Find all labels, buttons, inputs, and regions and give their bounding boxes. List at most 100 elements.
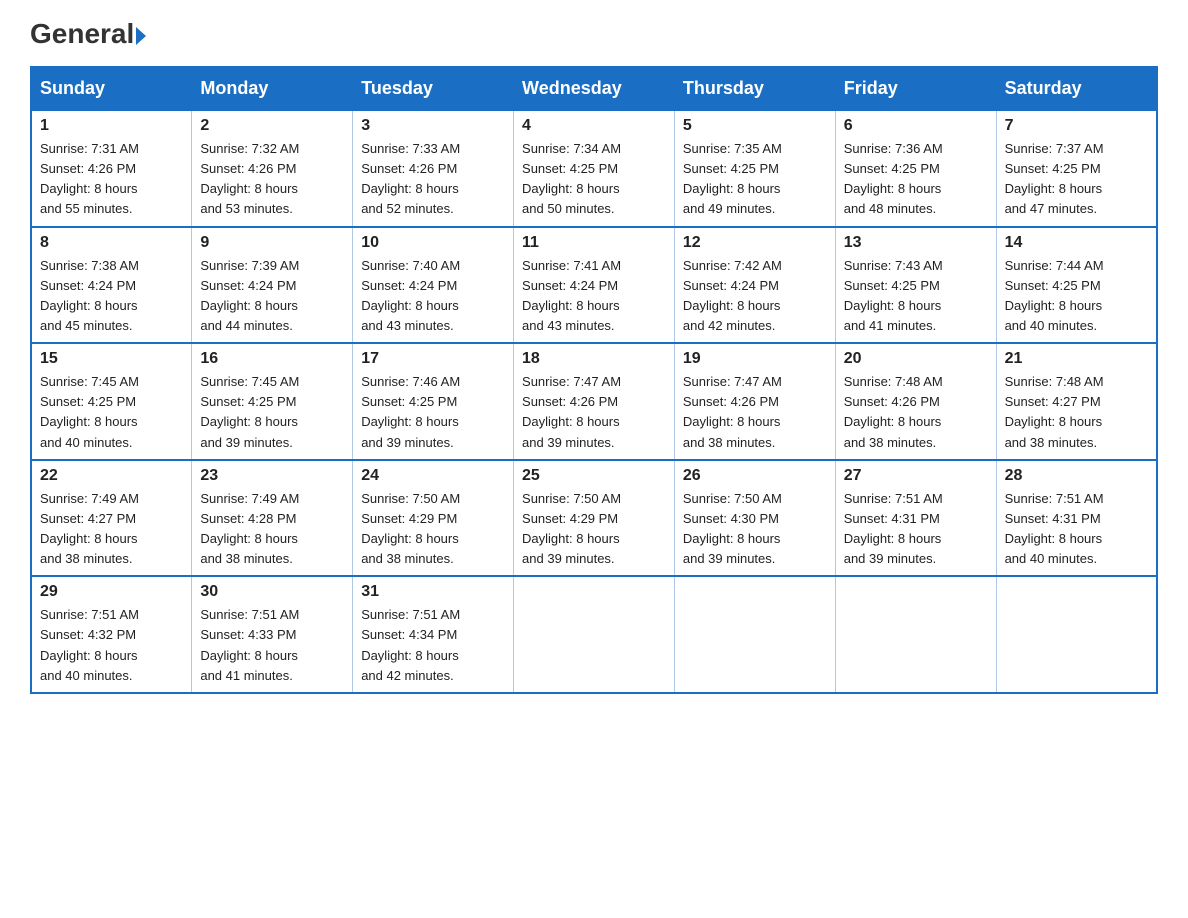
- day-info: Sunrise: 7:49 AMSunset: 4:27 PMDaylight:…: [40, 489, 183, 570]
- day-info: Sunrise: 7:39 AMSunset: 4:24 PMDaylight:…: [200, 256, 344, 337]
- table-row: 20 Sunrise: 7:48 AMSunset: 4:26 PMDaylig…: [835, 343, 996, 460]
- col-wednesday: Wednesday: [514, 67, 675, 110]
- day-number: 23: [200, 467, 344, 485]
- day-number: 26: [683, 467, 827, 485]
- table-row: 8 Sunrise: 7:38 AMSunset: 4:24 PMDayligh…: [31, 227, 192, 344]
- table-row: 13 Sunrise: 7:43 AMSunset: 4:25 PMDaylig…: [835, 227, 996, 344]
- day-info: Sunrise: 7:40 AMSunset: 4:24 PMDaylight:…: [361, 256, 505, 337]
- table-row: 19 Sunrise: 7:47 AMSunset: 4:26 PMDaylig…: [674, 343, 835, 460]
- table-row: 21 Sunrise: 7:48 AMSunset: 4:27 PMDaylig…: [996, 343, 1157, 460]
- day-info: Sunrise: 7:33 AMSunset: 4:26 PMDaylight:…: [361, 139, 505, 220]
- calendar-week-row: 22 Sunrise: 7:49 AMSunset: 4:27 PMDaylig…: [31, 460, 1157, 577]
- day-info: Sunrise: 7:46 AMSunset: 4:25 PMDaylight:…: [361, 372, 505, 453]
- day-number: 31: [361, 583, 505, 601]
- day-number: 12: [683, 234, 827, 252]
- table-row: 26 Sunrise: 7:50 AMSunset: 4:30 PMDaylig…: [674, 460, 835, 577]
- day-info: Sunrise: 7:51 AMSunset: 4:31 PMDaylight:…: [1005, 489, 1148, 570]
- table-row: [835, 576, 996, 693]
- day-info: Sunrise: 7:47 AMSunset: 4:26 PMDaylight:…: [683, 372, 827, 453]
- day-info: Sunrise: 7:35 AMSunset: 4:25 PMDaylight:…: [683, 139, 827, 220]
- day-number: 6: [844, 117, 988, 135]
- table-row: 28 Sunrise: 7:51 AMSunset: 4:31 PMDaylig…: [996, 460, 1157, 577]
- day-number: 22: [40, 467, 183, 485]
- day-number: 1: [40, 117, 183, 135]
- day-number: 25: [522, 467, 666, 485]
- calendar-week-row: 15 Sunrise: 7:45 AMSunset: 4:25 PMDaylig…: [31, 343, 1157, 460]
- table-row: 14 Sunrise: 7:44 AMSunset: 4:25 PMDaylig…: [996, 227, 1157, 344]
- day-number: 18: [522, 350, 666, 368]
- calendar-week-row: 8 Sunrise: 7:38 AMSunset: 4:24 PMDayligh…: [31, 227, 1157, 344]
- logo-general: General: [30, 18, 134, 49]
- day-number: 2: [200, 117, 344, 135]
- day-info: Sunrise: 7:45 AMSunset: 4:25 PMDaylight:…: [200, 372, 344, 453]
- col-sunday: Sunday: [31, 67, 192, 110]
- table-row: 31 Sunrise: 7:51 AMSunset: 4:34 PMDaylig…: [353, 576, 514, 693]
- day-number: 7: [1005, 117, 1148, 135]
- day-info: Sunrise: 7:44 AMSunset: 4:25 PMDaylight:…: [1005, 256, 1148, 337]
- col-saturday: Saturday: [996, 67, 1157, 110]
- table-row: 9 Sunrise: 7:39 AMSunset: 4:24 PMDayligh…: [192, 227, 353, 344]
- day-info: Sunrise: 7:51 AMSunset: 4:33 PMDaylight:…: [200, 605, 344, 686]
- table-row: 29 Sunrise: 7:51 AMSunset: 4:32 PMDaylig…: [31, 576, 192, 693]
- day-info: Sunrise: 7:51 AMSunset: 4:34 PMDaylight:…: [361, 605, 505, 686]
- day-info: Sunrise: 7:45 AMSunset: 4:25 PMDaylight:…: [40, 372, 183, 453]
- col-thursday: Thursday: [674, 67, 835, 110]
- table-row: [674, 576, 835, 693]
- day-info: Sunrise: 7:43 AMSunset: 4:25 PMDaylight:…: [844, 256, 988, 337]
- table-row: 7 Sunrise: 7:37 AMSunset: 4:25 PMDayligh…: [996, 110, 1157, 227]
- day-info: Sunrise: 7:41 AMSunset: 4:24 PMDaylight:…: [522, 256, 666, 337]
- day-info: Sunrise: 7:34 AMSunset: 4:25 PMDaylight:…: [522, 139, 666, 220]
- logo-arrow-icon: [136, 27, 146, 45]
- table-row: 24 Sunrise: 7:50 AMSunset: 4:29 PMDaylig…: [353, 460, 514, 577]
- table-row: [514, 576, 675, 693]
- table-row: 15 Sunrise: 7:45 AMSunset: 4:25 PMDaylig…: [31, 343, 192, 460]
- calendar-week-row: 1 Sunrise: 7:31 AMSunset: 4:26 PMDayligh…: [31, 110, 1157, 227]
- day-info: Sunrise: 7:49 AMSunset: 4:28 PMDaylight:…: [200, 489, 344, 570]
- day-number: 20: [844, 350, 988, 368]
- table-row: 18 Sunrise: 7:47 AMSunset: 4:26 PMDaylig…: [514, 343, 675, 460]
- day-info: Sunrise: 7:50 AMSunset: 4:29 PMDaylight:…: [361, 489, 505, 570]
- day-number: 11: [522, 234, 666, 252]
- table-row: 2 Sunrise: 7:32 AMSunset: 4:26 PMDayligh…: [192, 110, 353, 227]
- day-number: 17: [361, 350, 505, 368]
- day-number: 10: [361, 234, 505, 252]
- col-tuesday: Tuesday: [353, 67, 514, 110]
- page-header: General: [30, 20, 1158, 48]
- table-row: 17 Sunrise: 7:46 AMSunset: 4:25 PMDaylig…: [353, 343, 514, 460]
- day-info: Sunrise: 7:50 AMSunset: 4:30 PMDaylight:…: [683, 489, 827, 570]
- table-row: 5 Sunrise: 7:35 AMSunset: 4:25 PMDayligh…: [674, 110, 835, 227]
- day-number: 27: [844, 467, 988, 485]
- day-info: Sunrise: 7:36 AMSunset: 4:25 PMDaylight:…: [844, 139, 988, 220]
- table-row: 25 Sunrise: 7:50 AMSunset: 4:29 PMDaylig…: [514, 460, 675, 577]
- day-number: 9: [200, 234, 344, 252]
- day-info: Sunrise: 7:38 AMSunset: 4:24 PMDaylight:…: [40, 256, 183, 337]
- calendar-table: Sunday Monday Tuesday Wednesday Thursday…: [30, 66, 1158, 694]
- table-row: 27 Sunrise: 7:51 AMSunset: 4:31 PMDaylig…: [835, 460, 996, 577]
- table-row: 11 Sunrise: 7:41 AMSunset: 4:24 PMDaylig…: [514, 227, 675, 344]
- table-row: 10 Sunrise: 7:40 AMSunset: 4:24 PMDaylig…: [353, 227, 514, 344]
- day-number: 16: [200, 350, 344, 368]
- day-number: 15: [40, 350, 183, 368]
- day-number: 30: [200, 583, 344, 601]
- day-number: 21: [1005, 350, 1148, 368]
- day-number: 19: [683, 350, 827, 368]
- table-row: 1 Sunrise: 7:31 AMSunset: 4:26 PMDayligh…: [31, 110, 192, 227]
- day-info: Sunrise: 7:42 AMSunset: 4:24 PMDaylight:…: [683, 256, 827, 337]
- day-number: 4: [522, 117, 666, 135]
- day-info: Sunrise: 7:32 AMSunset: 4:26 PMDaylight:…: [200, 139, 344, 220]
- logo: General: [30, 20, 146, 48]
- day-info: Sunrise: 7:51 AMSunset: 4:31 PMDaylight:…: [844, 489, 988, 570]
- day-number: 29: [40, 583, 183, 601]
- day-number: 24: [361, 467, 505, 485]
- col-friday: Friday: [835, 67, 996, 110]
- calendar-header-row: Sunday Monday Tuesday Wednesday Thursday…: [31, 67, 1157, 110]
- col-monday: Monday: [192, 67, 353, 110]
- table-row: 3 Sunrise: 7:33 AMSunset: 4:26 PMDayligh…: [353, 110, 514, 227]
- day-number: 8: [40, 234, 183, 252]
- table-row: 30 Sunrise: 7:51 AMSunset: 4:33 PMDaylig…: [192, 576, 353, 693]
- day-info: Sunrise: 7:51 AMSunset: 4:32 PMDaylight:…: [40, 605, 183, 686]
- table-row: 22 Sunrise: 7:49 AMSunset: 4:27 PMDaylig…: [31, 460, 192, 577]
- day-number: 14: [1005, 234, 1148, 252]
- table-row: 23 Sunrise: 7:49 AMSunset: 4:28 PMDaylig…: [192, 460, 353, 577]
- day-info: Sunrise: 7:37 AMSunset: 4:25 PMDaylight:…: [1005, 139, 1148, 220]
